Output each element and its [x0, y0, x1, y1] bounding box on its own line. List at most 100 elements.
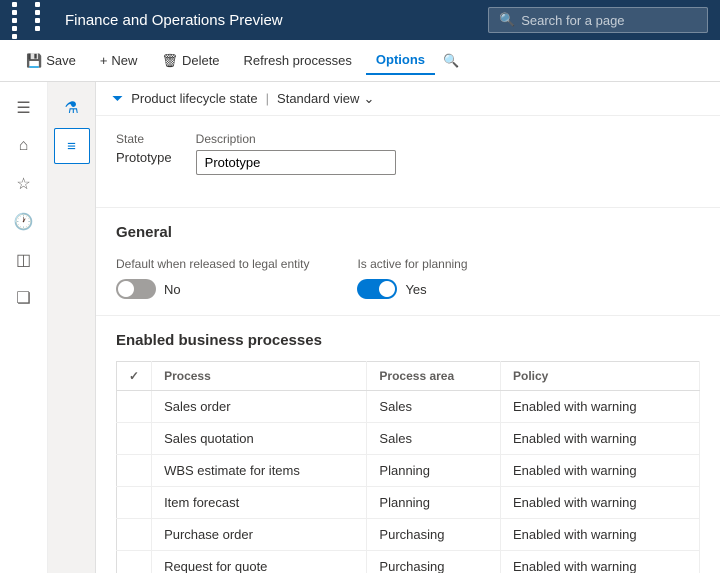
general-section: General Default when released to legal e…: [96, 208, 720, 316]
col-check: ✓: [117, 362, 152, 391]
col-process: Process: [152, 362, 367, 391]
nav-hamburger-icon[interactable]: ☰: [6, 90, 42, 126]
search-icon: 🔍: [499, 12, 515, 28]
save-icon: 💾: [26, 53, 42, 69]
view-name: Standard view: [277, 91, 359, 106]
search-placeholder: Search for a page: [521, 13, 624, 28]
description-label: Description: [196, 132, 396, 146]
save-button[interactable]: 💾 Save: [16, 47, 86, 75]
table-header-row: ✓ Process Process area Policy: [117, 362, 700, 391]
row-check: [117, 551, 152, 573]
options-label: Options: [376, 52, 425, 67]
app-grid-icon[interactable]: [12, 2, 55, 39]
form-section: State Prototype Description: [96, 116, 720, 208]
secondary-nav: ⚗ ≡: [48, 82, 96, 573]
col-policy: Policy: [500, 362, 699, 391]
row-area: Planning: [367, 487, 501, 519]
active-label: Is active for planning: [357, 257, 467, 271]
row-check: [117, 455, 152, 487]
general-title: General: [116, 224, 700, 241]
active-toggle-label: Yes: [405, 282, 426, 297]
row-area: Sales: [367, 423, 501, 455]
row-area: Sales: [367, 391, 501, 423]
nav-recent-icon[interactable]: 🕐: [6, 204, 42, 240]
bp-title: Enabled business processes: [116, 332, 700, 349]
row-policy: Enabled with warning: [500, 391, 699, 423]
table-row[interactable]: Sales order Sales Enabled with warning: [117, 391, 700, 423]
delete-button[interactable]: 🗑 Delete: [151, 47, 229, 75]
breadcrumb-separator: |: [266, 91, 269, 106]
default-label: Default when released to legal entity: [116, 257, 309, 271]
view-selector[interactable]: Standard view ⌄: [277, 91, 374, 107]
state-value: Prototype: [116, 150, 172, 165]
nav-favorites-icon[interactable]: ☆: [6, 166, 42, 202]
table-row[interactable]: Purchase order Purchasing Enabled with w…: [117, 519, 700, 551]
new-icon: +: [100, 53, 108, 68]
search-toolbar-icon[interactable]: 🔍: [443, 53, 459, 69]
row-area: Purchasing: [367, 551, 501, 573]
row-process: Sales order: [152, 391, 367, 423]
active-field: Is active for planning Yes: [357, 257, 467, 299]
row-area: Purchasing: [367, 519, 501, 551]
app-title: Finance and Operations Preview: [65, 12, 478, 29]
new-button[interactable]: + New: [90, 47, 148, 74]
nav-modules-icon[interactable]: ❏: [6, 280, 42, 316]
list-nav-icon[interactable]: ≡: [54, 128, 90, 164]
row-policy: Enabled with warning: [500, 423, 699, 455]
business-processes-section: Enabled business processes ✓ Process Pro…: [96, 316, 720, 573]
description-input[interactable]: [196, 150, 396, 175]
col-area: Process area: [367, 362, 501, 391]
refresh-button[interactable]: Refresh processes: [234, 47, 362, 74]
row-policy: Enabled with warning: [500, 455, 699, 487]
breadcrumb-bar: ⏷ Product lifecycle state | Standard vie…: [96, 82, 720, 116]
row-process: Item forecast: [152, 487, 367, 519]
nav-workspaces-icon[interactable]: ◫: [6, 242, 42, 278]
left-nav: ☰ ⌂ ☆ 🕐 ◫ ❏: [0, 82, 48, 573]
row-check: [117, 487, 152, 519]
breadcrumb-page: Product lifecycle state: [131, 91, 257, 106]
row-process: Sales quotation: [152, 423, 367, 455]
active-toggle-row: Yes: [357, 279, 467, 299]
toolbar: 💾 Save + New 🗑 Delete Refresh processes …: [0, 40, 720, 82]
new-label: New: [111, 53, 137, 68]
options-button[interactable]: Options: [366, 46, 435, 75]
active-toggle-thumb: [379, 281, 395, 297]
search-bar[interactable]: 🔍 Search for a page: [488, 7, 708, 33]
content-area: ⏷ Product lifecycle state | Standard vie…: [96, 82, 720, 573]
main-layout: ☰ ⌂ ☆ 🕐 ◫ ❏ ⚗ ≡ ⏷ Product lifecycle stat…: [0, 82, 720, 573]
active-toggle[interactable]: [357, 279, 397, 299]
bp-table: ✓ Process Process area Policy Sales orde…: [116, 361, 700, 573]
table-row[interactable]: WBS estimate for items Planning Enabled …: [117, 455, 700, 487]
form-row: State Prototype Description: [116, 132, 700, 175]
delete-icon: 🗑: [161, 53, 178, 69]
row-check: [117, 423, 152, 455]
default-field: Default when released to legal entity No: [116, 257, 309, 299]
row-policy: Enabled with warning: [500, 519, 699, 551]
nav-home-icon[interactable]: ⌂: [6, 128, 42, 164]
filter-nav-icon[interactable]: ⚗: [54, 90, 90, 126]
state-label: State: [116, 132, 172, 146]
default-toggle-thumb: [118, 281, 134, 297]
table-row[interactable]: Item forecast Planning Enabled with warn…: [117, 487, 700, 519]
chevron-down-icon: ⌄: [363, 91, 374, 107]
top-bar: Finance and Operations Preview 🔍 Search …: [0, 0, 720, 40]
delete-label: Delete: [182, 53, 220, 68]
row-area: Planning: [367, 455, 501, 487]
description-field: Description: [196, 132, 396, 175]
default-toggle-label: No: [164, 282, 181, 297]
row-policy: Enabled with warning: [500, 551, 699, 573]
default-toggle-row: No: [116, 279, 309, 299]
general-row: Default when released to legal entity No…: [116, 257, 700, 299]
refresh-label: Refresh processes: [244, 53, 352, 68]
row-process: WBS estimate for items: [152, 455, 367, 487]
row-policy: Enabled with warning: [500, 487, 699, 519]
row-check: [117, 391, 152, 423]
breadcrumb-filter-icon: ⏷: [112, 90, 123, 107]
state-field: State Prototype: [116, 132, 172, 175]
row-check: [117, 519, 152, 551]
row-process: Purchase order: [152, 519, 367, 551]
save-label: Save: [46, 53, 76, 68]
table-row[interactable]: Sales quotation Sales Enabled with warni…: [117, 423, 700, 455]
table-row[interactable]: Request for quote Purchasing Enabled wit…: [117, 551, 700, 573]
default-toggle[interactable]: [116, 279, 156, 299]
